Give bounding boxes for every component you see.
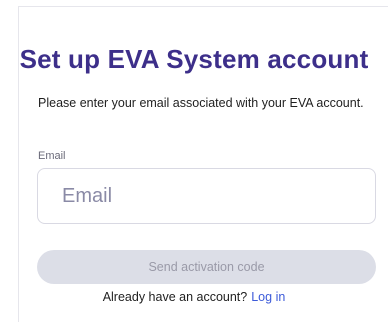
login-link[interactable]: Log in [251, 290, 285, 304]
email-field[interactable] [37, 168, 376, 224]
screen: Set up EVA System account Please enter y… [0, 0, 388, 322]
page-title: Set up EVA System account [19, 44, 369, 74]
send-activation-code-button[interactable]: Send activation code [37, 250, 376, 284]
instructions-text: Please enter your email associated with … [38, 96, 364, 110]
email-label: Email [38, 150, 66, 162]
login-prompt-text: Already have an account? [102, 290, 248, 304]
login-prompt: Already have an account? Log in [0, 290, 388, 304]
